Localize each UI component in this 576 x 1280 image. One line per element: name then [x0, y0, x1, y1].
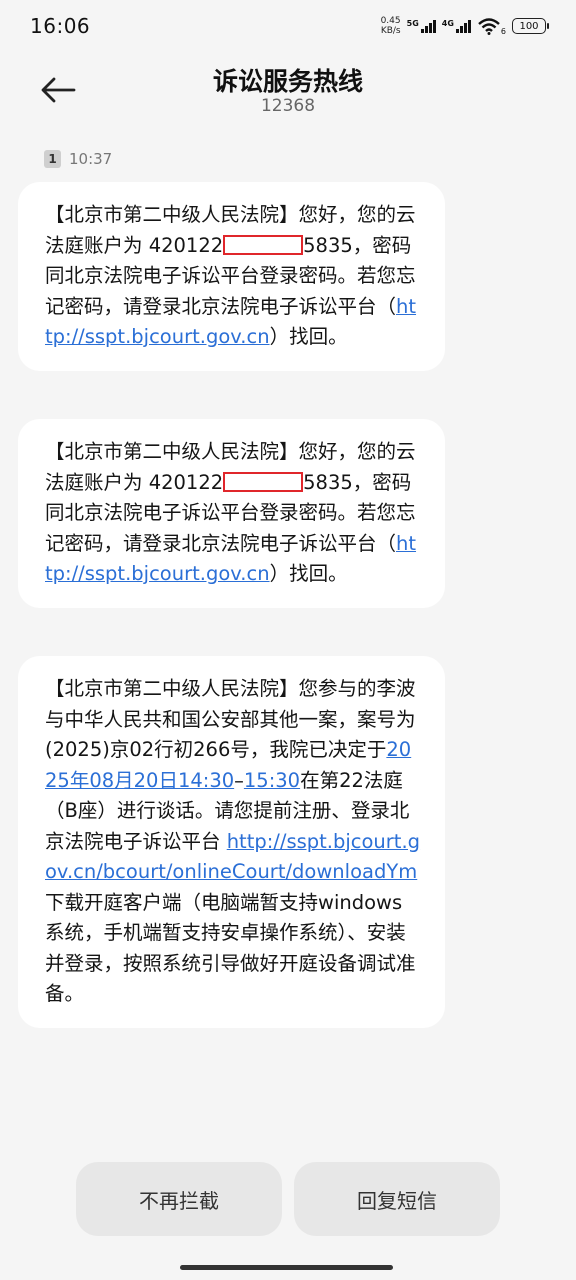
contact-name: 诉讼服务热线 [212, 67, 363, 96]
signal-4g-icon: 4G [442, 19, 471, 33]
action-bar: 不再拦截 回复短信 [0, 1162, 576, 1236]
battery-icon: 100 [512, 18, 549, 34]
signal-5g-icon: 5G [407, 19, 436, 33]
status-icons: 0.45 KB/s 5G 4G 6 100 [380, 16, 549, 36]
time-link[interactable]: 15:30 [244, 769, 300, 792]
redaction-box [223, 471, 304, 492]
home-indicator[interactable] [180, 1265, 393, 1270]
stop-blocking-button[interactable]: 不再拦截 [76, 1162, 282, 1236]
status-bar: 16:06 0.45 KB/s 5G 4G 6 100 [0, 0, 576, 52]
message-bubble[interactable]: 【北京市第二中级人民法院】您好，您的云法庭账户为 420122 5835，密码同北… [18, 419, 445, 608]
reply-sms-button[interactable]: 回复短信 [294, 1162, 500, 1236]
message-time: 10:37 [69, 150, 113, 168]
message-bubble[interactable]: 【北京市第二中级人民法院】您参与的李波与中华人民共和国公安部其他一案，案号为(2… [18, 656, 445, 1028]
redaction-box [223, 234, 304, 255]
message-meta: 1 10:37 [44, 150, 112, 168]
status-time: 16:06 [30, 14, 91, 38]
message-bubble[interactable]: 【北京市第二中级人民法院】您好，您的云法庭账户为 420122 5835，密码同北… [18, 182, 445, 371]
network-speed: 0.45 KB/s [380, 16, 401, 36]
wifi-icon [478, 18, 500, 35]
sim-badge: 1 [44, 150, 61, 168]
conversation-header: 诉讼服务热线 12368 [0, 52, 576, 128]
wifi-sub-label: 6 [500, 27, 506, 36]
contact-number: 12368 [260, 96, 316, 116]
